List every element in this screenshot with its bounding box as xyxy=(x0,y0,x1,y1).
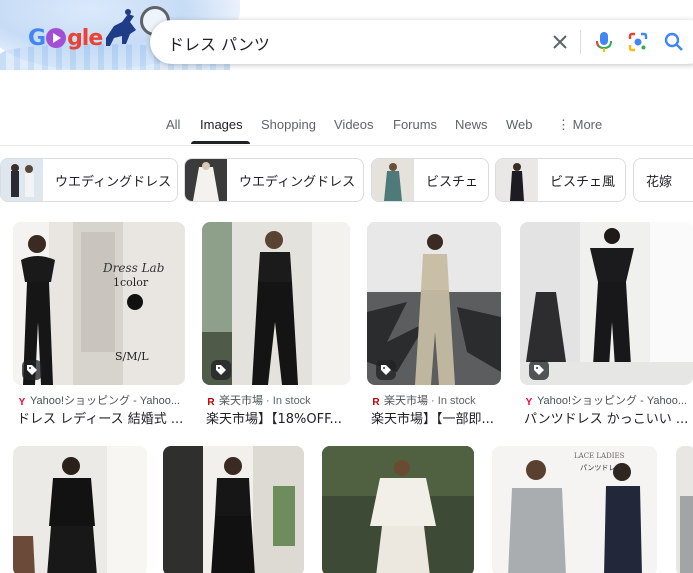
stock-status: In stock xyxy=(437,395,476,407)
result-image[interactable] xyxy=(163,446,304,573)
tab-images[interactable]: Images xyxy=(200,117,243,132)
chip-label: ビスチェ風 xyxy=(550,174,616,190)
tab-all[interactable]: All xyxy=(166,117,180,132)
result-source: R 楽天市場 · In stock xyxy=(372,395,476,408)
chip-thumbnail xyxy=(185,159,227,201)
related-chips: ウエディングドレス ウエディングドレス ビスチェ ビスチェ風 花嫁 xyxy=(0,158,693,202)
search-input[interactable]: ドレス パンツ xyxy=(168,31,270,55)
tab-more[interactable]: ⋮ More xyxy=(557,117,602,133)
price-tag-icon xyxy=(22,360,42,380)
result-source: Y Yahoo!ショッピング - Yahoo... xyxy=(18,395,180,408)
chip-label: ビスチェ xyxy=(426,174,479,190)
rakuten-favicon-icon: R xyxy=(372,397,380,408)
search-divider xyxy=(580,30,581,54)
search-tabs: All Images Shopping Videos Forums News W… xyxy=(0,110,693,146)
chip-label: ウエディングドレス xyxy=(239,174,356,190)
chip-bride[interactable]: 花嫁 xyxy=(633,158,693,202)
result-source: Y Yahoo!ショッピング - Yahoo... xyxy=(525,395,687,408)
chip-bustier-style[interactable]: ビスチェ風 xyxy=(495,158,626,202)
result-title[interactable]: 楽天市場】【一部即... xyxy=(371,408,507,427)
yahoo-favicon-icon: Y xyxy=(18,397,26,408)
google-lens-icon[interactable] xyxy=(626,30,650,54)
tab-news[interactable]: News xyxy=(455,117,488,132)
result-image[interactable] xyxy=(322,446,474,573)
price-tag-icon xyxy=(211,360,231,380)
result-source: R 楽天市場 · In stock xyxy=(207,395,311,408)
doodle-logo-text: Ggle xyxy=(28,26,103,51)
overlay-brand-text: LACE LADIES xyxy=(574,452,625,460)
rakuten-favicon-icon: R xyxy=(207,397,215,408)
chip-wedding-dress-2[interactable]: ウエディングドレス xyxy=(184,158,364,202)
chip-wedding-dress-1[interactable]: ウエディングドレス xyxy=(0,158,178,202)
tab-shopping[interactable]: Shopping xyxy=(261,117,316,132)
price-tag-icon xyxy=(529,360,549,380)
result-image[interactable] xyxy=(676,446,693,573)
chip-thumbnail xyxy=(372,159,414,201)
result-title[interactable]: パンツドレス かっこいい ... xyxy=(524,408,689,427)
result-image[interactable] xyxy=(13,446,147,573)
clear-icon[interactable] xyxy=(548,30,572,54)
yahoo-favicon-icon: Y xyxy=(525,397,533,408)
chip-bustier[interactable]: ビスチェ xyxy=(371,158,489,202)
price-tag-icon xyxy=(376,360,396,380)
play-icon xyxy=(46,28,67,48)
chip-thumbnail xyxy=(496,159,538,201)
result-title[interactable]: 楽天市場】【18%OFF... xyxy=(206,408,356,427)
more-vert-icon: ⋮ xyxy=(557,117,570,132)
overlay-text-dress-lab: Dress Lab xyxy=(102,261,164,275)
mic-icon[interactable] xyxy=(592,30,616,54)
tab-forums[interactable]: Forums xyxy=(393,117,437,132)
search-box[interactable]: ドレス パンツ xyxy=(150,20,693,64)
stock-status: In stock xyxy=(272,395,311,407)
result-image[interactable]: LACE LADIES パンツドレス xyxy=(492,446,657,573)
horse-rider-icon xyxy=(106,9,136,46)
active-tab-indicator xyxy=(191,141,250,144)
overlay-product-text: パンツドレス xyxy=(580,464,622,472)
tab-web[interactable]: Web xyxy=(506,117,533,132)
overlay-text-sizes: S/M/L xyxy=(115,350,149,363)
tab-more-label: More xyxy=(572,117,603,132)
tab-videos[interactable]: Videos xyxy=(334,117,374,132)
chip-thumbnail xyxy=(1,159,43,201)
search-icon[interactable] xyxy=(662,30,686,54)
result-title[interactable]: ドレス レディース 結婚式 ... xyxy=(17,408,185,427)
chip-label: ウエディングドレス xyxy=(55,174,172,190)
chip-label: 花嫁 xyxy=(646,174,673,190)
overlay-text-color: 1color xyxy=(113,276,149,289)
